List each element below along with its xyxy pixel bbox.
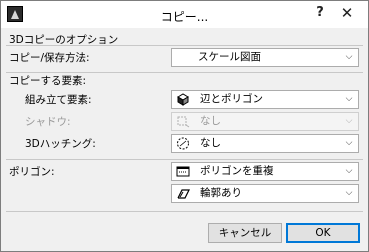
title-bar: コピー... ? ✕ <box>1 1 368 28</box>
hatching-value: なし <box>200 137 221 149</box>
divider <box>6 45 363 46</box>
polygon-label: ポリゴン: <box>9 166 55 178</box>
shadow-label: シャドウ: <box>25 116 71 128</box>
chevron-down-icon: ⌵ <box>345 116 353 126</box>
dialog-body: 3Dコピーのオプション コピー/保存方法: スケール図面 ⌵ コピーする要素: … <box>1 28 368 251</box>
polygon-outline-dropdown[interactable]: 輪郭あり ⌵ <box>171 184 359 203</box>
cancel-button[interactable]: キャンセル <box>208 223 282 243</box>
shadow-icon <box>177 116 190 128</box>
copy-method-label: コピー/保存方法: <box>9 52 90 64</box>
polygon-fill-value: ポリゴンを重複 <box>200 165 274 177</box>
help-button[interactable]: ? <box>307 3 333 23</box>
divider <box>6 159 363 160</box>
shadow-dropdown: なし ⌵ <box>171 112 359 131</box>
close-icon[interactable]: ✕ <box>334 3 360 23</box>
copy-method-dropdown[interactable]: スケール図面 ⌵ <box>171 48 359 67</box>
divider <box>6 211 363 212</box>
copy-dialog: コピー... ? ✕ 3Dコピーのオプション コピー/保存方法: スケール図面 … <box>0 0 369 252</box>
chevron-down-icon: ⌵ <box>345 94 353 104</box>
outline-icon <box>177 189 190 199</box>
chevron-down-icon: ⌵ <box>345 52 353 62</box>
chevron-down-icon: ⌵ <box>345 188 353 198</box>
hatching-label: 3Dハッチング: <box>25 138 96 150</box>
polygon-fill-icon <box>176 166 190 177</box>
cube-icon <box>177 93 189 106</box>
copy-method-value: スケール図面 <box>198 51 261 63</box>
assembly-dropdown[interactable]: 辺とポリゴン ⌵ <box>171 90 359 109</box>
polygon-outline-value: 輪郭あり <box>200 187 242 199</box>
polygon-fill-dropdown[interactable]: ポリゴンを重複 ⌵ <box>171 162 359 181</box>
hatching-dropdown[interactable]: なし ⌵ <box>171 134 359 153</box>
ok-button[interactable]: OK <box>286 223 360 243</box>
shadow-value: なし <box>200 115 221 127</box>
assembly-value: 辺とポリゴン <box>200 93 263 105</box>
assembly-label: 組み立て要素: <box>25 94 92 106</box>
chevron-down-icon: ⌵ <box>345 138 353 148</box>
elements-section-label: コピーする要素: <box>9 75 87 87</box>
hatch-circle-icon <box>177 137 189 150</box>
chevron-down-icon: ⌵ <box>345 166 353 176</box>
